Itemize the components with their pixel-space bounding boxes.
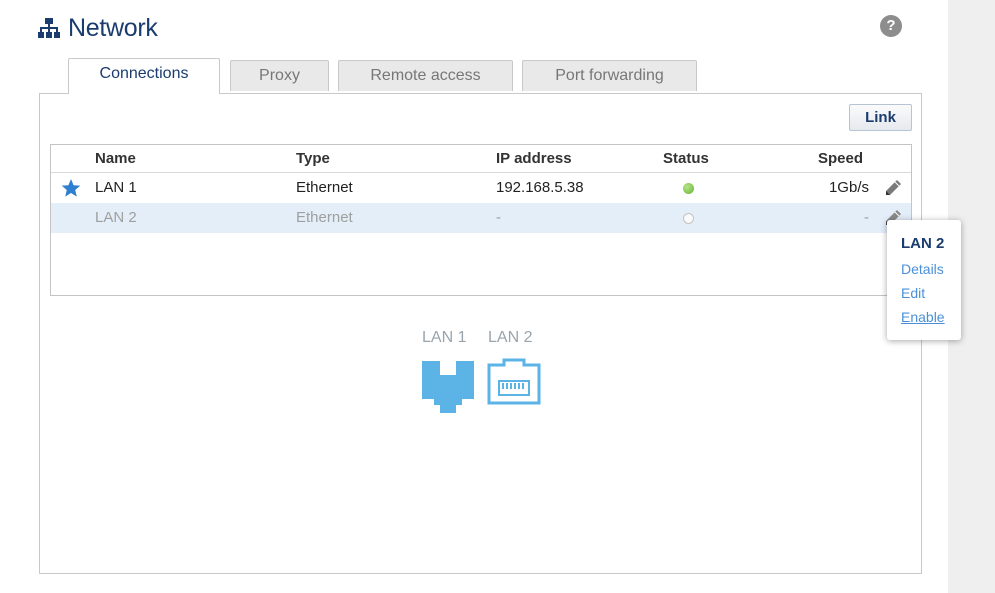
context-menu-title: LAN 2 <box>901 235 945 252</box>
table-header: Name Type IP address Status Speed <box>51 145 911 173</box>
star-icon <box>61 179 81 197</box>
pencil-icon[interactable] <box>883 178 903 198</box>
network-icon <box>38 18 60 38</box>
column-type[interactable]: Type <box>296 150 330 167</box>
status-connected-dot <box>683 183 694 194</box>
ethernet-port-connected-icon <box>422 361 474 413</box>
cell-type: Ethernet <box>296 179 353 196</box>
ethernet-port-empty-icon <box>487 358 541 405</box>
table-row[interactable]: LAN 2 Ethernet - - <box>51 203 911 233</box>
page-header: Network <box>38 12 158 44</box>
link-button[interactable]: Link <box>849 104 912 131</box>
column-name[interactable]: Name <box>95 150 136 167</box>
tab-connections[interactable]: Connections <box>68 58 220 94</box>
cell-ip: - <box>496 209 501 226</box>
menu-item-enable[interactable]: Enable <box>901 305 961 329</box>
column-speed[interactable]: Speed <box>818 150 863 167</box>
tab-port-forwarding[interactable]: Port forwarding <box>522 60 697 91</box>
row-context-menu: LAN 2 Details Edit Enable <box>887 220 961 340</box>
column-ip-address[interactable]: IP address <box>496 150 572 167</box>
column-status[interactable]: Status <box>663 150 709 167</box>
tab-proxy[interactable]: Proxy <box>230 60 329 91</box>
connections-table: Name Type IP address Status Speed LAN 1 … <box>50 144 912 296</box>
cell-speed: - <box>864 209 869 226</box>
cell-type: Ethernet <box>296 209 353 226</box>
status-disconnected-dot <box>683 213 694 224</box>
port-label-lan2: LAN 2 <box>488 329 533 346</box>
tab-remote-access[interactable]: Remote access <box>338 60 513 91</box>
menu-item-edit[interactable]: Edit <box>901 281 961 305</box>
cell-name: LAN 1 <box>95 179 137 196</box>
page-title: Network <box>68 13 158 42</box>
cell-speed: 1Gb/s <box>828 179 869 196</box>
cell-name: LAN 2 <box>95 209 137 226</box>
table-row[interactable]: LAN 1 Ethernet 192.168.5.38 1Gb/s <box>51 173 911 203</box>
question-icon[interactable]: ? <box>880 15 902 37</box>
menu-item-details[interactable]: Details <box>901 257 961 281</box>
port-label-lan1: LAN 1 <box>422 329 467 346</box>
port-diagram: LAN 1 LAN 2 <box>420 329 550 419</box>
cell-ip: 192.168.5.38 <box>496 179 584 196</box>
